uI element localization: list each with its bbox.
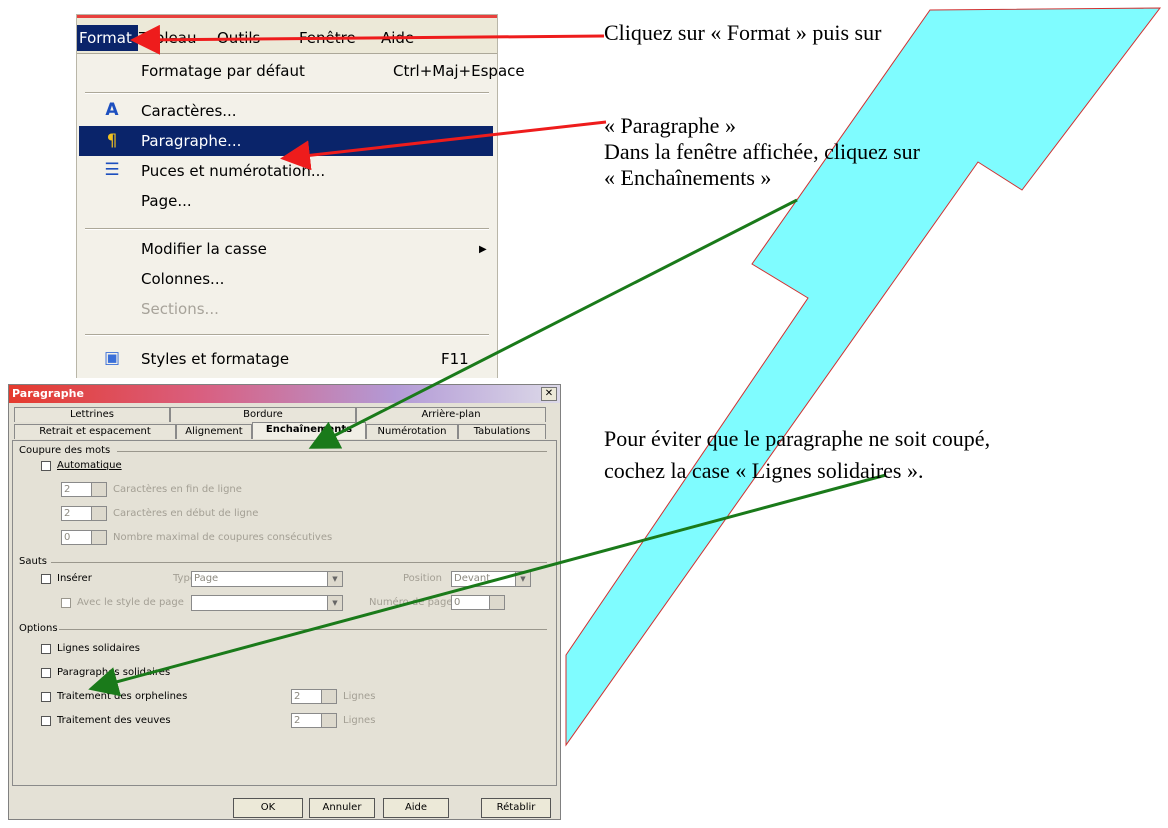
red-arrow-format [130,24,605,55]
instruction-line-5: Pour éviter que le paragraphe ne soit co… [604,426,991,451]
instruction-line-1: Cliquez sur « Format » puis sur [604,20,882,45]
instruction-line-2: « Paragraphe » [604,113,736,138]
red-arrow-paragraph [280,120,607,171]
green-arrow-enchainements [308,198,798,449]
instruction-line-3: Dans la fenêtre affichée, cliquez sur [604,139,920,164]
green-arrow-lignes-solidaires [88,473,887,697]
annotation-overlay [88,7,1162,747]
instruction-line-4: « Enchaînements » [604,165,772,190]
instruction-line-6: cochez la case « Lignes solidaires ». [604,458,924,483]
